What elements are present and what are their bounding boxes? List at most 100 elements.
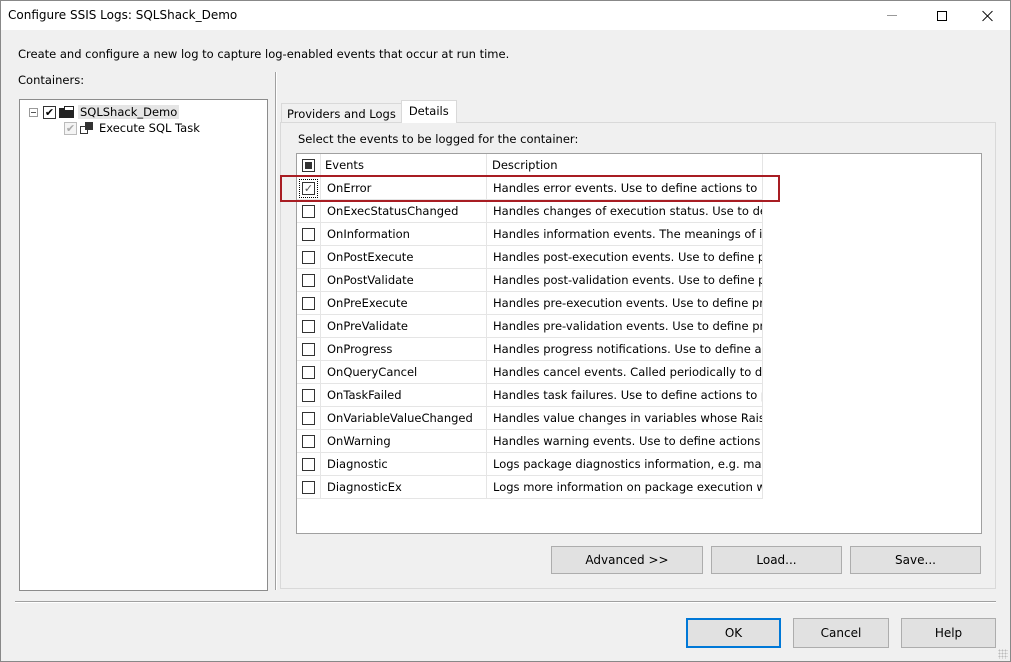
grid-header: Events Description — [297, 154, 763, 177]
event-checkbox-cell — [297, 200, 321, 223]
event-row[interactable]: OnProgress Handles progress notifications… — [297, 338, 763, 361]
event-row[interactable]: Diagnostic Logs package diagnostics infor… — [297, 453, 763, 476]
event-checkbox[interactable] — [302, 204, 315, 218]
event-checkbox[interactable] — [302, 388, 315, 402]
event-checkbox[interactable] — [302, 434, 315, 448]
tab-providers-and-logs[interactable]: Providers and Logs — [281, 103, 402, 123]
event-description: Handles warning events. Use to define ac… — [487, 430, 763, 453]
containers-tree[interactable]: ✔ SQLShack_Demo ✔ Execute SQL Task — [19, 99, 268, 591]
configure-ssis-logs-dialog: Configure SSIS Logs: SQLShack_Demo Creat… — [0, 0, 1011, 662]
tree-node-root[interactable]: ✔ SQLShack_Demo — [29, 104, 180, 120]
event-name: OnQueryCancel — [321, 361, 487, 384]
execute-sql-task-icon — [80, 121, 94, 135]
tree-node-label: SQLShack_Demo — [78, 105, 180, 119]
cancel-button[interactable]: Cancel — [793, 618, 889, 648]
event-name: OnError — [321, 177, 487, 200]
intro-text: Create and configure a new log to captur… — [18, 47, 510, 61]
events-grid: Events Description ✓ OnError Handles error… — [296, 153, 982, 534]
close-icon — [982, 10, 994, 22]
window-title: Configure SSIS Logs: SQLShack_Demo — [8, 8, 238, 22]
event-checkbox-cell — [297, 430, 321, 453]
child-checkbox[interactable]: ✔ — [64, 121, 77, 135]
collapse-icon[interactable] — [29, 107, 38, 117]
event-name: OnPreValidate — [321, 315, 487, 338]
tree-node-label: Execute SQL Task — [99, 121, 200, 135]
event-row[interactable]: DiagnosticEx Logs more information on pac… — [297, 476, 763, 499]
events-column-header[interactable]: Events — [321, 154, 487, 177]
event-row[interactable]: OnInformation Handles information events.… — [297, 223, 763, 246]
event-checkbox-cell — [297, 384, 321, 407]
package-folder-icon — [59, 106, 74, 118]
event-name: OnProgress — [321, 338, 487, 361]
event-checkbox-cell — [297, 453, 321, 476]
event-checkbox[interactable] — [302, 480, 315, 494]
event-row[interactable]: OnPostExecute Handles post-execution even… — [297, 246, 763, 269]
root-checkbox[interactable]: ✔ — [43, 105, 56, 119]
containers-label: Containers: — [18, 73, 85, 87]
event-description: Logs package diagnostics information, e.… — [487, 453, 763, 476]
description-column-header[interactable]: Description — [487, 154, 763, 177]
event-checkbox[interactable] — [302, 273, 315, 287]
maximize-button[interactable] — [919, 1, 965, 30]
event-checkbox[interactable] — [302, 411, 315, 425]
close-button[interactable] — [965, 1, 1011, 30]
event-description: Handles value changes in variables whose… — [487, 407, 763, 430]
event-row[interactable]: OnTaskFailed Handles task failures. Use t… — [297, 384, 763, 407]
event-checkbox-cell — [297, 407, 321, 430]
checkmark-icon: ✔ — [44, 105, 55, 119]
details-tab-panel: Select the events to be logged for the c… — [280, 122, 996, 589]
event-checkbox[interactable] — [302, 342, 315, 356]
maximize-icon — [937, 10, 947, 21]
checkmark-icon: ✔ — [65, 121, 76, 135]
load-button[interactable]: Load... — [711, 546, 842, 574]
title-bar[interactable]: Configure SSIS Logs: SQLShack_Demo — [1, 1, 1010, 30]
footer-separator — [15, 601, 996, 603]
select-all-cell — [297, 154, 321, 177]
checkmark-icon: ✓ — [303, 181, 314, 195]
event-row[interactable]: OnPreValidate Handles pre-validation even… — [297, 315, 763, 338]
select-all-checkbox[interactable] — [302, 158, 315, 172]
event-row[interactable]: OnVariableValueChanged Handles value chan… — [297, 407, 763, 430]
event-description: Handles pre-validation events. Use to de… — [487, 315, 763, 338]
minimize-icon — [887, 15, 897, 16]
event-description: Logs more information on package executi… — [487, 476, 763, 499]
event-description: Handles progress notifications. Use to d… — [487, 338, 763, 361]
event-name: OnPostExecute — [321, 246, 487, 269]
event-checkbox-cell — [297, 223, 321, 246]
ok-button[interactable]: OK — [686, 618, 781, 648]
event-description: Handles post-execution events. Use to de… — [487, 246, 763, 269]
event-checkbox-cell — [297, 338, 321, 361]
event-row[interactable]: OnWarning Handles warning events. Use to … — [297, 430, 763, 453]
event-checkbox-cell — [297, 246, 321, 269]
panel-splitter[interactable] — [275, 72, 277, 590]
tab-strip: Providers and Logs Details — [281, 100, 457, 123]
event-checkbox-cell — [297, 361, 321, 384]
event-checkbox-cell: ✓ — [297, 177, 321, 200]
event-name: OnPreExecute — [321, 292, 487, 315]
event-checkbox[interactable] — [302, 365, 315, 379]
indeterminate-icon — [305, 161, 312, 169]
event-checkbox[interactable] — [302, 296, 315, 310]
event-row[interactable]: OnPreExecute Handles pre-execution events… — [297, 292, 763, 315]
help-button[interactable]: Help — [901, 618, 996, 648]
event-row[interactable]: OnPostValidate Handles post-validation ev… — [297, 269, 763, 292]
save-button[interactable]: Save... — [850, 546, 981, 574]
resize-grip[interactable] — [998, 649, 1008, 659]
event-description: Handles changes of execution status. Use… — [487, 200, 763, 223]
event-row[interactable]: OnQueryCancel Handles cancel events. Call… — [297, 361, 763, 384]
advanced-button[interactable]: Advanced >> — [551, 546, 703, 574]
event-description: Handles error events. Use to define acti… — [487, 177, 763, 200]
event-row[interactable]: OnExecStatusChanged Handles changes of ex… — [297, 200, 763, 223]
event-row[interactable]: ✓ OnError Handles error events. Use to def… — [297, 177, 763, 200]
event-checkbox[interactable] — [302, 250, 315, 264]
event-description: Handles post-validation events. Use to d… — [487, 269, 763, 292]
tab-details[interactable]: Details — [400, 100, 457, 123]
event-checkbox[interactable]: ✓ — [299, 178, 318, 198]
event-name: Diagnostic — [321, 453, 487, 476]
event-checkbox-cell — [297, 292, 321, 315]
minimize-button[interactable] — [869, 1, 915, 30]
event-checkbox[interactable] — [302, 227, 315, 241]
event-checkbox[interactable] — [302, 319, 315, 333]
tree-node-child[interactable]: ✔ Execute SQL Task — [64, 120, 200, 136]
event-checkbox[interactable] — [302, 457, 315, 471]
